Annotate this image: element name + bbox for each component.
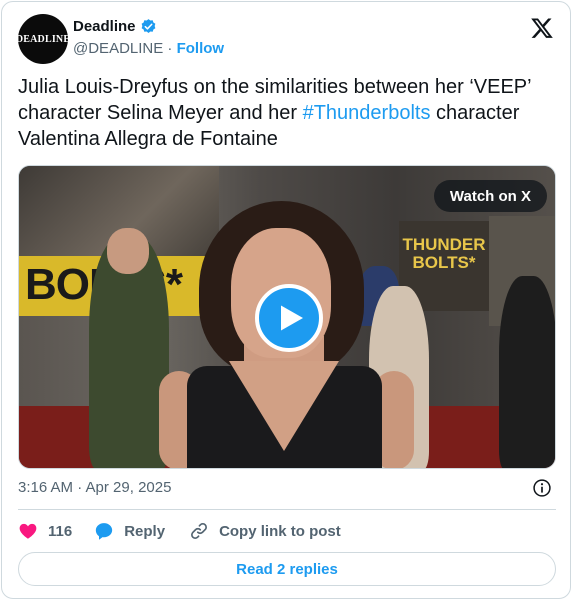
info-icon[interactable] — [532, 478, 552, 498]
copy-link-button[interactable]: Copy link to post — [189, 521, 341, 541]
heart-icon — [19, 523, 37, 539]
avatar-text: DEADLINE — [15, 33, 71, 45]
follow-button[interactable]: Follow — [177, 40, 225, 57]
action-bar: 116 Reply Copy link to post — [18, 519, 341, 543]
play-icon — [280, 305, 303, 331]
handle-separator: · — [163, 40, 177, 57]
tweet-text: Julia Louis-Dreyfus on the similarities … — [18, 74, 558, 152]
background-person — [499, 276, 555, 468]
play-button[interactable] — [255, 284, 323, 352]
author-name[interactable]: Deadline — [73, 18, 136, 35]
background-person-head — [107, 228, 149, 274]
poster-right-text: THUNDER BOLTS* — [402, 235, 486, 272]
author-handle[interactable]: @DEADLINE — [73, 40, 163, 57]
reply-button[interactable]: Reply — [94, 521, 165, 541]
link-icon — [191, 523, 208, 539]
like-button[interactable]: 116 — [18, 521, 94, 541]
tweet-card: DEADLINE Deadline @DEADLINE · Follow Jul… — [1, 1, 571, 599]
x-logo-icon[interactable] — [530, 16, 554, 40]
watch-on-x-button[interactable]: Watch on X — [433, 180, 547, 212]
timestamp[interactable]: 3:16 AM · Apr 29, 2025 — [18, 479, 171, 496]
like-count: 116 — [48, 522, 73, 540]
read-replies-button[interactable]: Read 2 replies — [18, 552, 556, 586]
reply-bubble-icon — [96, 523, 113, 540]
reply-label: Reply — [124, 522, 166, 540]
author-handle-row: @DEADLINE · Follow — [73, 40, 224, 57]
author-name-row: Deadline — [73, 18, 157, 35]
video-player[interactable]: BOLTS* THUNDER BOLTS* Watch on X — [18, 165, 556, 469]
copy-link-label: Copy link to post — [219, 522, 341, 540]
hashtag-link[interactable]: #Thunderbolts — [303, 102, 431, 124]
divider — [18, 509, 556, 510]
verified-badge-icon — [141, 19, 155, 33]
avatar[interactable]: DEADLINE — [15, 14, 71, 64]
